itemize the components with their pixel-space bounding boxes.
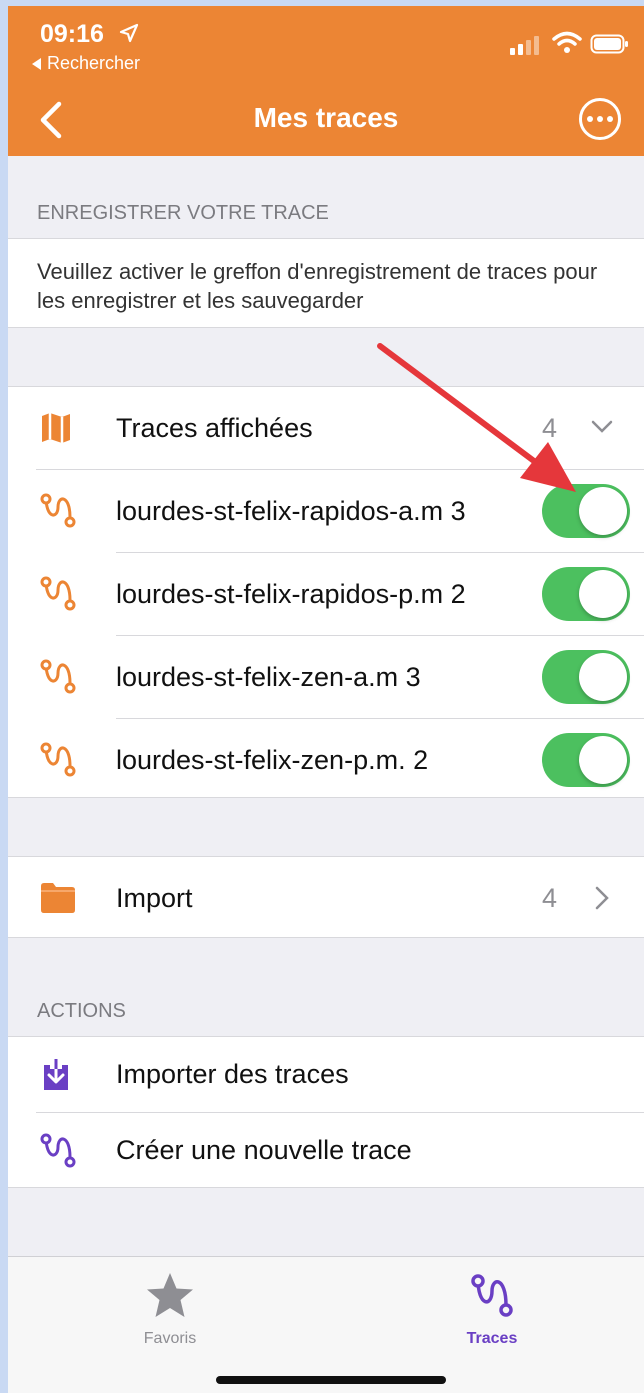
displayed-traces-label: Traces affichées bbox=[116, 412, 313, 443]
route-icon bbox=[40, 1133, 76, 1167]
track-row: lourdes-st-felix-zen-p.m. 2 bbox=[8, 719, 644, 801]
route-icon bbox=[40, 576, 76, 611]
page-title: Mes traces bbox=[253, 102, 399, 133]
section-header-actions: ACTIONS bbox=[37, 1000, 126, 1022]
record-notice-group: Veuillez activer le greffon d'enregistre… bbox=[8, 238, 644, 328]
track-name: lourdes-st-felix-zen-a.m 3 bbox=[116, 661, 421, 692]
tab-traces[interactable]: Traces bbox=[422, 1271, 562, 1348]
more-options-button[interactable] bbox=[579, 98, 621, 140]
back-app-label: Rechercher bbox=[47, 53, 141, 73]
track-row: lourdes-st-felix-zen-a.m 3 bbox=[8, 636, 644, 718]
action-create-track[interactable]: Créer une nouvelle trace bbox=[8, 1113, 644, 1188]
chevron-right-icon bbox=[595, 886, 609, 910]
action-label: Créer une nouvelle trace bbox=[116, 1135, 412, 1165]
wifi-icon bbox=[552, 31, 582, 53]
route-icon bbox=[471, 1274, 513, 1317]
tab-label: Traces bbox=[466, 1330, 518, 1347]
track-name: lourdes-st-felix-rapidos-a.m 3 bbox=[116, 495, 466, 526]
back-triangle-icon bbox=[32, 57, 41, 70]
track-name: lourdes-st-felix-rapidos-p.m 2 bbox=[116, 578, 466, 609]
import-row[interactable]: Import 4 bbox=[8, 857, 644, 939]
header-bar: 09:16 Rechercher Mes traces bbox=[8, 6, 644, 156]
import-label: Import bbox=[116, 882, 193, 913]
displayed-traces-count: 4 bbox=[542, 412, 558, 443]
section-header-record: ENREGISTRER VOTRE TRACE bbox=[37, 202, 329, 224]
import-group: Import 4 bbox=[8, 856, 644, 938]
chevron-down-icon bbox=[591, 420, 613, 433]
track-row: lourdes-st-felix-rapidos-p.m 2 bbox=[8, 553, 644, 635]
track-visibility-toggle[interactable] bbox=[542, 650, 630, 704]
track-visibility-toggle[interactable] bbox=[542, 567, 630, 621]
location-arrow-icon bbox=[119, 23, 139, 43]
route-icon bbox=[40, 659, 76, 694]
route-icon bbox=[40, 493, 76, 528]
import-count: 4 bbox=[542, 882, 558, 913]
action-label: Importer des traces bbox=[116, 1059, 349, 1089]
route-icon bbox=[40, 742, 76, 777]
actions-group: Importer des traces Créer une nouvelle t… bbox=[8, 1036, 644, 1188]
home-indicator bbox=[216, 1376, 446, 1384]
app-screen: 09:16 Rechercher Mes traces ENREGISTRER … bbox=[8, 6, 644, 1393]
signal-icon bbox=[510, 36, 539, 55]
track-name: lourdes-st-felix-zen-p.m. 2 bbox=[116, 744, 429, 775]
track-visibility-toggle[interactable] bbox=[542, 733, 630, 787]
status-time: 09:16 bbox=[40, 20, 104, 48]
star-icon bbox=[147, 1273, 193, 1317]
import-download-icon bbox=[44, 1058, 68, 1090]
track-visibility-toggle[interactable] bbox=[542, 484, 630, 538]
record-notice-text: Veuillez activer le greffon d'enregistre… bbox=[37, 259, 598, 313]
displayed-traces-header-row[interactable]: Traces affichées 4 bbox=[8, 387, 644, 469]
folder-icon bbox=[41, 883, 75, 913]
track-row: lourdes-st-felix-rapidos-a.m 3 bbox=[8, 470, 644, 552]
back-to-app-link[interactable]: Rechercher bbox=[32, 53, 140, 74]
tab-favoris[interactable]: Favoris bbox=[100, 1271, 240, 1348]
displayed-traces-group: Traces affichées 4 lourdes-st-felix-rapi… bbox=[8, 386, 644, 798]
action-import-tracks[interactable]: Importer des traces bbox=[8, 1037, 644, 1112]
tab-bar: Favoris Traces bbox=[8, 1256, 644, 1393]
battery-icon bbox=[590, 34, 628, 54]
map-icon bbox=[42, 413, 70, 443]
tab-label: Favoris bbox=[143, 1330, 197, 1347]
